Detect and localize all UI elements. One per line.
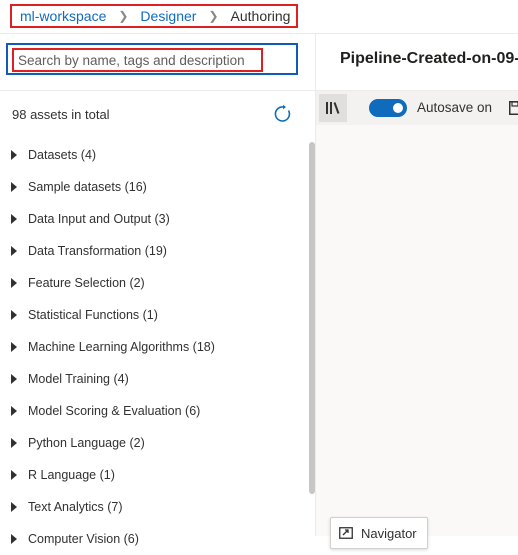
search-box [6, 43, 298, 75]
chevron-right-icon: ❯ [118, 9, 129, 23]
tree-item-text-analytics[interactable]: Text Analytics (7) [0, 491, 310, 523]
tree-item-model-scoring[interactable]: Model Scoring & Evaluation (6) [0, 395, 310, 427]
autosave-toggle[interactable] [369, 99, 407, 117]
tree-item-label: Statistical Functions (1) [28, 308, 158, 322]
tree-item-label: Machine Learning Algorithms (18) [28, 340, 215, 354]
tree-item-sample-datasets[interactable]: Sample datasets (16) [0, 171, 310, 203]
search-input[interactable] [12, 48, 263, 72]
tree-item-data-input-output[interactable]: Data Input and Output (3) [0, 203, 310, 235]
canvas-toolbar: Autosave on [316, 91, 518, 125]
left-panel-divider [0, 90, 315, 91]
toggle-knob [393, 103, 403, 113]
asset-tree: Datasets (4) Sample datasets (16) Data I… [0, 139, 310, 555]
caret-right-icon [11, 438, 17, 448]
breadcrumb-designer-link[interactable]: Designer [140, 8, 196, 24]
library-icon[interactable] [319, 94, 347, 122]
navigator-button[interactable]: Navigator [330, 517, 428, 549]
save-icon[interactable] [509, 101, 518, 115]
tree-item-label: Text Analytics (7) [28, 500, 123, 514]
tree-item-ml-algorithms[interactable]: Machine Learning Algorithms (18) [0, 331, 310, 363]
tree-item-label: Sample datasets (16) [28, 180, 147, 194]
tree-item-label: Data Transformation (19) [28, 244, 167, 258]
pipeline-canvas[interactable] [316, 125, 518, 536]
breadcrumb: ml-workspace ❯ Designer ❯ Authoring [10, 4, 299, 28]
assets-count: 98 assets in total [12, 107, 110, 122]
caret-right-icon [11, 502, 17, 512]
tree-item-label: Model Scoring & Evaluation (6) [28, 404, 201, 418]
tree-item-computer-vision[interactable]: Computer Vision (6) [0, 523, 310, 555]
top-divider [0, 33, 518, 34]
caret-right-icon [11, 374, 17, 384]
caret-right-icon [11, 310, 17, 320]
caret-right-icon [11, 150, 17, 160]
tree-item-datasets[interactable]: Datasets (4) [0, 139, 310, 171]
navigator-label: Navigator [361, 525, 417, 541]
breadcrumb-current-page: Authoring [230, 8, 291, 24]
autosave-label: Autosave on [417, 100, 493, 115]
tree-item-label: Python Language (2) [28, 436, 145, 450]
chevron-right-icon: ❯ [208, 9, 219, 23]
pipeline-title: Pipeline-Created-on-09-2 [340, 50, 518, 67]
tree-item-statistical-functions[interactable]: Statistical Functions (1) [0, 299, 310, 331]
caret-right-icon [11, 406, 17, 416]
tree-item-label: R Language (1) [28, 468, 115, 482]
tree-item-feature-selection[interactable]: Feature Selection (2) [0, 267, 310, 299]
caret-right-icon [11, 470, 17, 480]
tree-item-r-language[interactable]: R Language (1) [0, 459, 310, 491]
tree-item-model-training[interactable]: Model Training (4) [0, 363, 310, 395]
asset-list-scrollbar[interactable] [309, 142, 315, 494]
caret-right-icon [11, 246, 17, 256]
breadcrumb-workspace-link[interactable]: ml-workspace [20, 8, 106, 24]
caret-right-icon [11, 214, 17, 224]
tree-item-label: Model Training (4) [28, 372, 129, 386]
caret-right-icon [11, 342, 17, 352]
refresh-icon[interactable] [273, 104, 293, 124]
navigator-icon [339, 527, 353, 539]
tree-item-label: Computer Vision (6) [28, 532, 139, 546]
tree-item-label: Datasets (4) [28, 148, 97, 162]
tree-item-label: Data Input and Output (3) [28, 212, 170, 226]
tree-item-python-language[interactable]: Python Language (2) [0, 427, 310, 459]
tree-item-label: Feature Selection (2) [28, 276, 145, 290]
caret-right-icon [11, 278, 17, 288]
tree-item-data-transformation[interactable]: Data Transformation (19) [0, 235, 310, 267]
caret-right-icon [11, 182, 17, 192]
